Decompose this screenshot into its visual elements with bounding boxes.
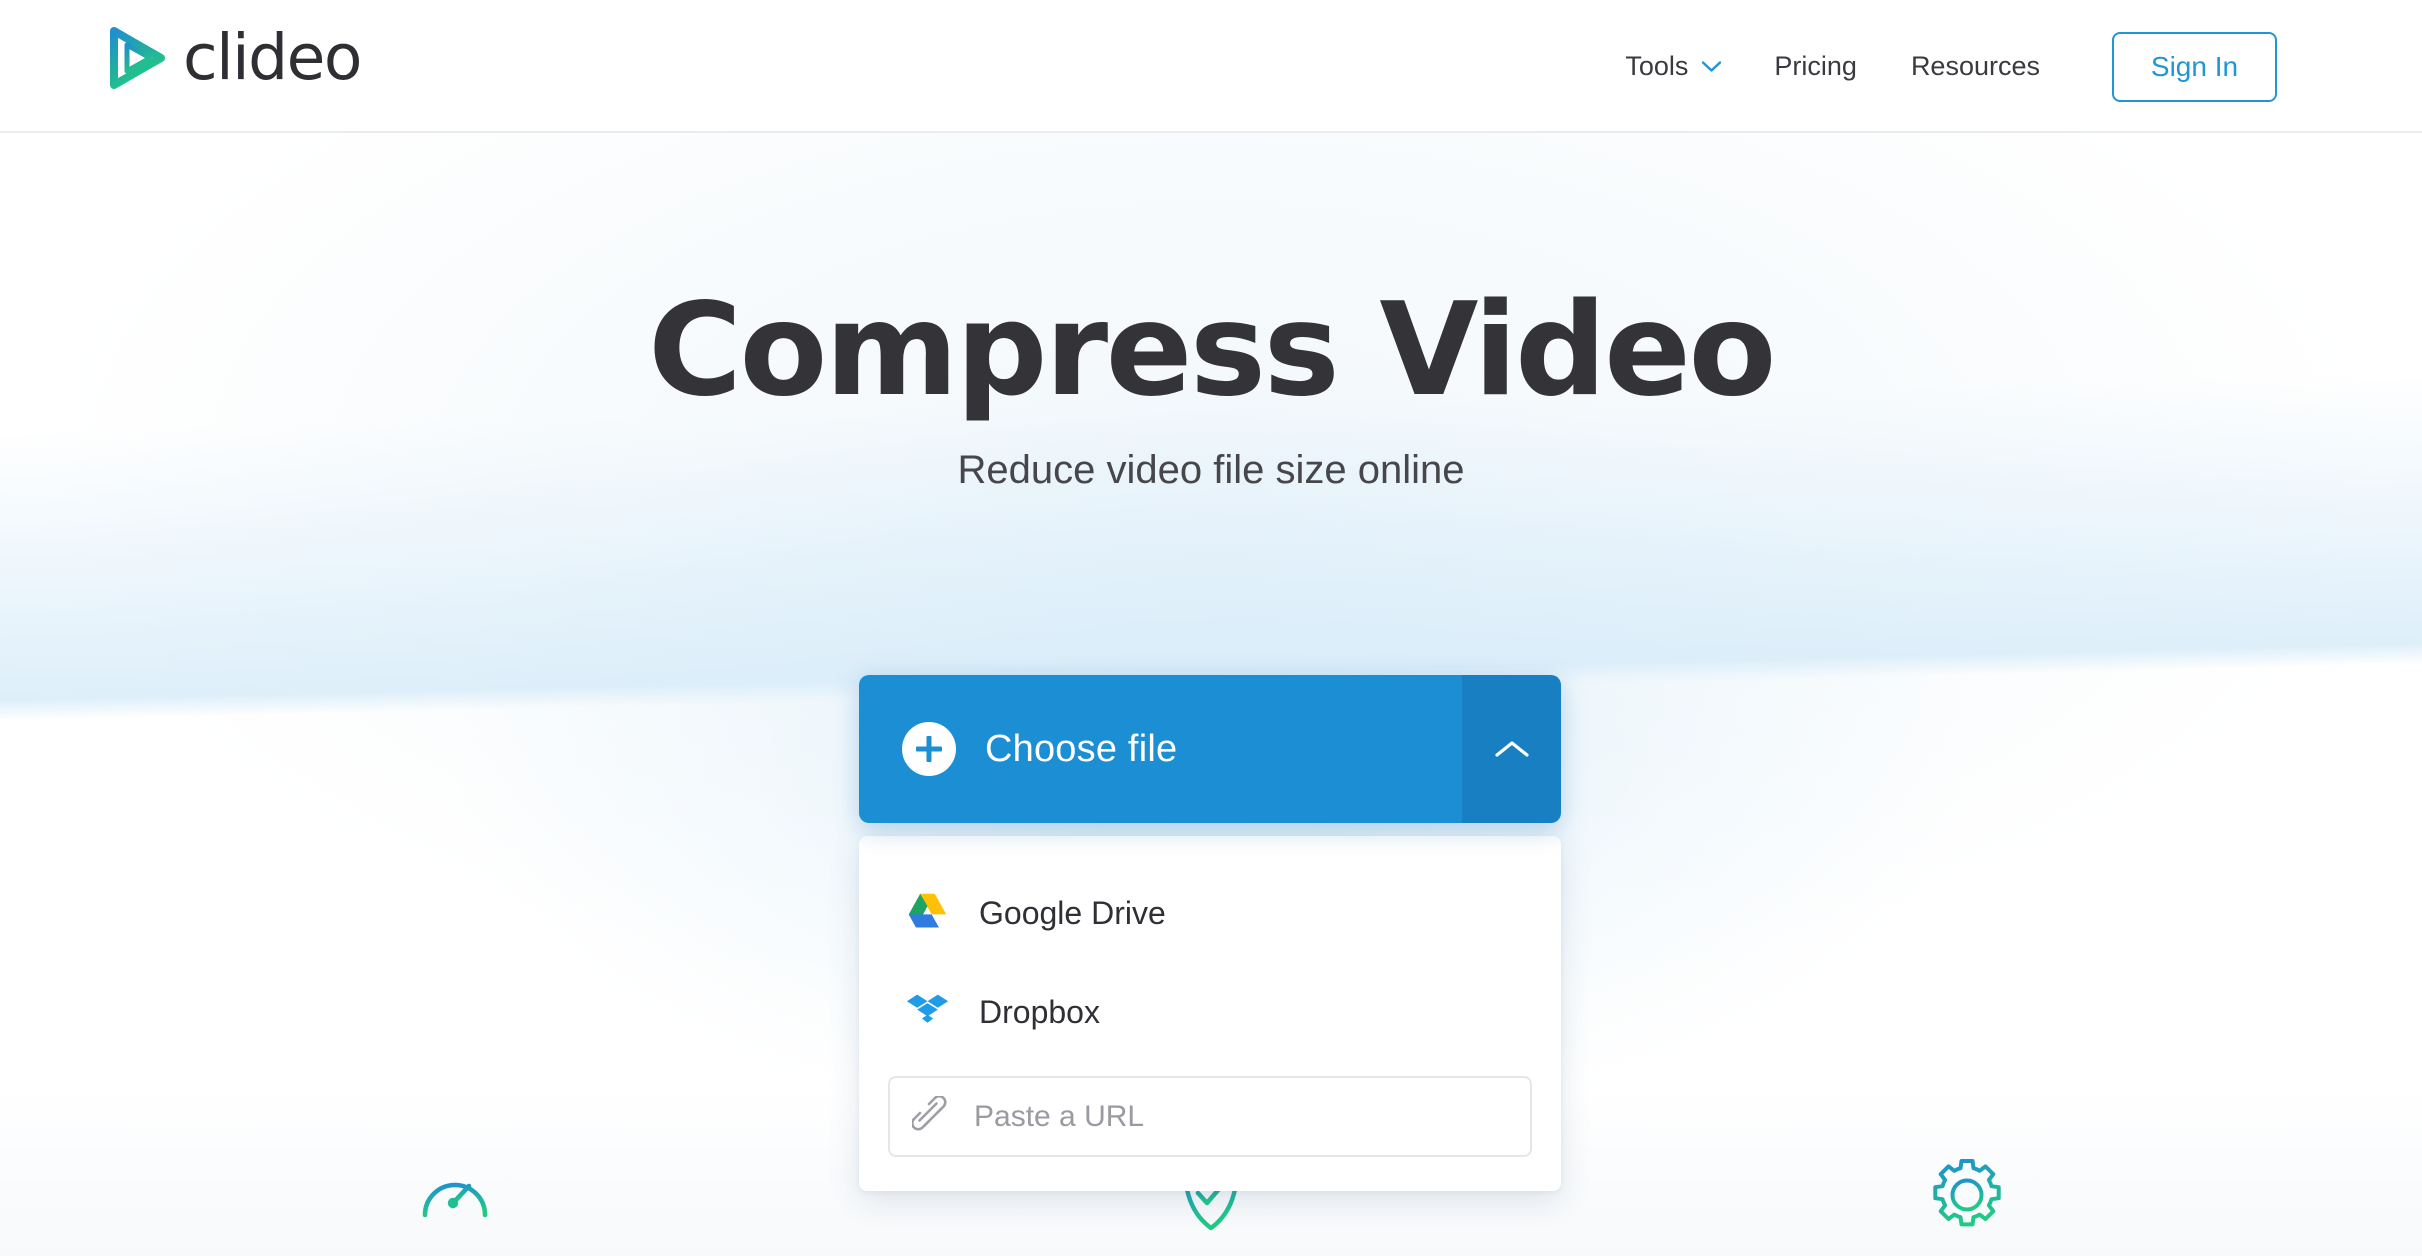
feature-speed <box>412 1155 498 1241</box>
upload-options-dropdown: Google Drive Dropbox <box>859 836 1561 1191</box>
chevron-up-icon <box>1494 741 1529 757</box>
choose-file-label: Choose file <box>985 727 1178 770</box>
nav-item-resources[interactable]: Resources <box>1911 51 2040 82</box>
upload-option-google-drive-label: Google Drive <box>979 894 1166 931</box>
sign-in-button[interactable]: Sign In <box>2112 31 2277 102</box>
upload-options-toggle[interactable] <box>1462 675 1561 823</box>
gear-icon <box>1933 1159 2001 1227</box>
link-icon <box>912 1095 947 1130</box>
brand-logo[interactable]: clideo <box>107 21 362 94</box>
main-nav: Tools Pricing Resources Sign In <box>1625 0 2422 133</box>
paste-url-field-wrapper <box>888 1076 1532 1157</box>
paste-url-input[interactable] <box>974 1078 1530 1155</box>
site-header: clideo Tools Pricing Resources Sign In <box>0 0 2422 133</box>
upload-option-dropbox-label: Dropbox <box>979 993 1100 1030</box>
nav-item-pricing-label: Pricing <box>1774 51 1857 81</box>
choose-file-row: Choose file <box>859 675 1561 823</box>
dropbox-icon <box>906 994 949 1023</box>
nav-item-pricing[interactable]: Pricing <box>1774 51 1857 82</box>
google-drive-icon <box>908 893 947 928</box>
plus-circle-icon <box>902 722 956 776</box>
chevron-down-icon <box>1702 61 1722 72</box>
page-subtitle: Reduce video file size online <box>957 448 1465 492</box>
page-root: clideo Tools Pricing Resources Sign In C… <box>0 0 2422 1256</box>
nav-item-tools-label: Tools <box>1625 51 1689 81</box>
brand-name: clideo <box>183 21 362 94</box>
choose-file-button[interactable]: Choose file <box>859 675 1462 823</box>
nav-item-tools[interactable]: Tools <box>1625 51 1722 82</box>
upload-option-dropbox[interactable]: Dropbox <box>859 962 1561 1061</box>
upload-option-google-drive[interactable]: Google Drive <box>859 863 1561 962</box>
nav-item-resources-label: Resources <box>1910 51 2040 81</box>
feature-settings <box>1924 1155 2010 1241</box>
play-triangle-icon <box>110 26 165 89</box>
page-title: Compress Video <box>648 276 1776 425</box>
speedometer-icon <box>422 1182 488 1218</box>
upload-widget: Choose file Google Drive Dropbox Paste a… <box>859 675 1561 1191</box>
